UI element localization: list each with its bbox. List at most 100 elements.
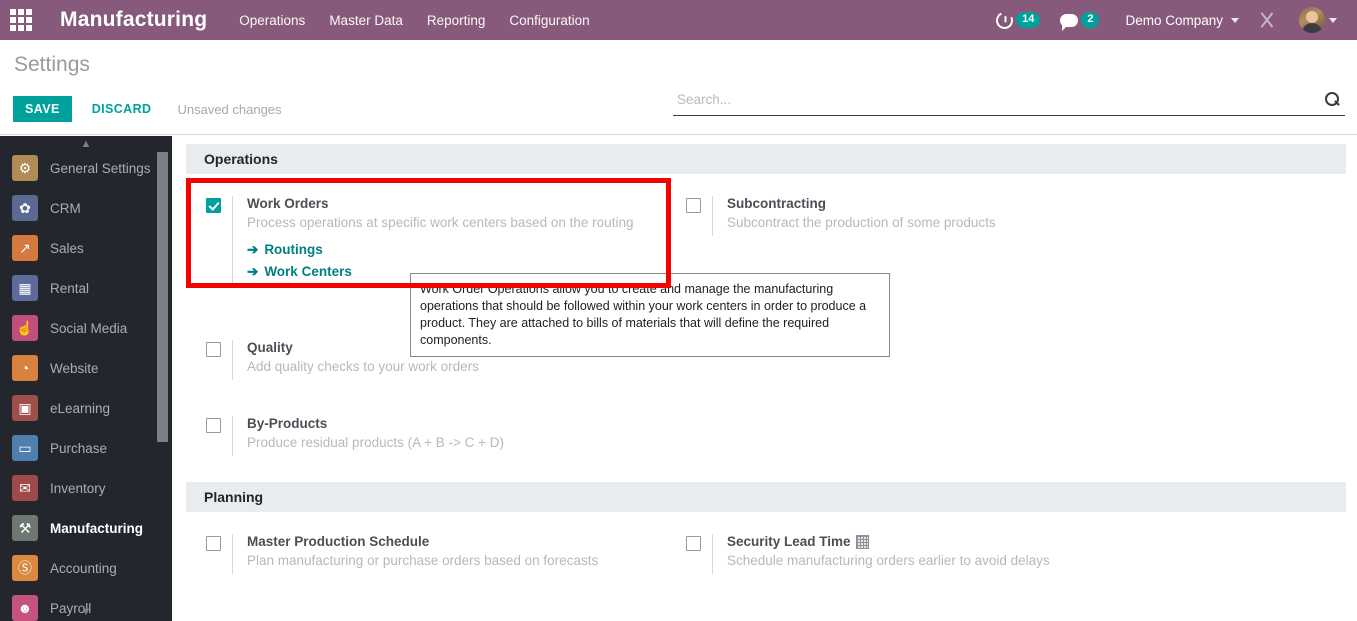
setting-description: Schedule manufacturing orders earlier to… [727,553,1050,569]
setting-body: Master Production Schedule Plan manufact… [232,534,599,575]
page-title: Settings [14,53,90,76]
save-button[interactable]: SAVE [13,96,72,122]
link-label: Work Centers [264,264,352,280]
chevron-down-icon [1231,17,1239,23]
handshake-icon: ✿ [12,195,38,221]
sidebar-item-website[interactable]: ◔ Website [0,348,172,388]
by-products-checkbox[interactable] [206,418,221,434]
sidebar-app-list: ⚙ General Settings ✿ CRM ↗ Sales ▦ Renta… [0,148,172,621]
sidebar-item-social-media[interactable]: ☝ Social Media [0,308,172,348]
sidebar-item-manufacturing[interactable]: ⚒ Manufacturing [0,508,172,548]
avatar [1299,7,1325,33]
setting-security-lead-time[interactable]: Security Lead Time Schedule manufacturin… [666,528,1146,580]
settings-main-panel: Operations Work Orders Process operation… [172,136,1357,621]
section-title-planning: Planning [186,482,1346,513]
setting-label: Work Orders [247,196,633,211]
setting-title-text: Security Lead Time [727,534,851,550]
setting-label: By-Products [247,416,504,431]
search-input[interactable] [673,92,1325,111]
arrow-right-icon: ➔ [247,242,259,258]
link-label: Routings [264,242,323,258]
checkbox-wrap [186,416,232,434]
setting-body: Subcontracting Subcontract the productio… [712,196,996,236]
sidebar-item-crm[interactable]: ✿ CRM [0,188,172,228]
sidebar-item-purchase[interactable]: ▭ Purchase [0,428,172,468]
menu-item-reporting[interactable]: Reporting [427,13,486,28]
menu-item-master-data[interactable]: Master Data [329,13,403,28]
tools-icon [1259,12,1275,28]
sidebar-scroll-down-icon[interactable]: ▼ [0,605,172,619]
sidebar-item-label: Website [50,360,99,376]
checkbox-wrap [666,534,712,552]
sidebar-item-general-settings[interactable]: ⚙ General Settings [0,148,172,188]
setting-description: Produce residual products (A + B -> C + … [247,435,504,451]
card-icon: ▭ [12,435,38,461]
menu-item-operations[interactable]: Operations [239,13,305,28]
setting-body: By-Products Produce residual products (A… [232,416,504,457]
menu-item-configuration[interactable]: Configuration [509,13,589,28]
sidebar-item-label: Manufacturing [50,520,143,536]
setting-description: Process operations at specific work cent… [247,215,634,230]
discard-button[interactable]: DISCARD [80,96,164,122]
setting-label: Subcontracting [727,196,996,211]
work-orders-checkbox[interactable] [206,198,221,213]
wrench-icon: ⚒ [12,515,38,541]
apps-grid-icon[interactable] [8,7,34,33]
sidebar-scrollbar[interactable] [157,152,168,442]
company-dependent-icon [855,534,869,549]
master-production-schedule-checkbox[interactable] [206,536,221,552]
sidebar-item-elearning[interactable]: ▣ eLearning [0,388,172,428]
search-bar [673,88,1345,116]
thumbs-up-icon: ☝ [12,315,38,341]
sidebar-item-rental[interactable]: ▦ Rental [0,268,172,308]
setting-description: Add quality checks to your work orders [247,359,479,375]
main-menu: Operations Master Data Reporting Configu… [239,13,589,28]
sidebar-item-label: Sales [50,240,84,256]
setting-description: Plan manufacturing or purchase orders ba… [247,553,599,569]
settings-content: Operations Work Orders Process operation… [186,144,1346,590]
setting-body: Security Lead Time Schedule manufacturin… [712,534,1050,575]
sidebar-item-sales[interactable]: ↗ Sales [0,228,172,268]
sidebar-item-label: Inventory [50,480,106,496]
arrow-right-icon: ➔ [247,264,259,280]
setting-by-products[interactable]: By-Products Produce residual products (A… [186,410,666,462]
checkbox-wrap [186,196,232,213]
checkbox-wrap [186,340,232,358]
company-switcher[interactable]: Demo Company [1109,13,1249,28]
chat-icon [1060,13,1079,31]
company-name-label: Demo Company [1125,12,1223,28]
setting-master-production-schedule[interactable]: Master Production Schedule Plan manufact… [186,528,666,580]
sidebar-item-label: Purchase [50,440,108,456]
search-icon[interactable] [1325,91,1341,108]
sidebar-item-label: Social Media [50,320,128,336]
unsaved-changes-status: Unsaved changes [177,101,282,117]
subcontracting-checkbox[interactable] [686,198,701,213]
activities-badge: 14 [1016,11,1041,29]
setting-description: Subcontract the production of some produ… [727,215,996,230]
calendar-icon: ▦ [12,275,38,301]
planning-settings: Master Production Schedule Plan manufact… [186,512,1346,590]
setting-label: Security Lead Time [727,534,1050,549]
setting-title-text: Master Production Schedule [247,534,430,550]
sidebar-item-accounting[interactable]: Ⓢ Accounting [0,548,172,588]
sidebar-item-label: eLearning [50,400,111,416]
section-title-operations: Operations [186,144,1346,174]
app-brand-title[interactable]: Manufacturing [60,8,207,32]
sidebar-item-label: General Settings [50,160,151,176]
systray: 14 2 Demo Company [986,7,1357,33]
control-panel: Settings SAVE DISCARD Unsaved changes [0,40,1357,135]
quality-checkbox[interactable] [206,342,221,358]
clock-icon [993,9,1016,31]
link-routings[interactable]: ➔ Routings [247,242,633,258]
action-buttons: SAVE DISCARD Unsaved changes [13,96,282,122]
security-lead-time-checkbox[interactable] [686,536,701,552]
messages-menu[interactable]: 2 [1050,11,1109,31]
debug-tools-menu[interactable] [1249,12,1285,28]
sidebar-item-label: Rental [50,280,90,296]
work-orders-tooltip: Work Order Operations allow you to creat… [410,273,890,357]
sidebar-item-inventory[interactable]: ✉ Inventory [0,468,172,508]
activities-menu[interactable]: 14 [986,9,1050,31]
chart-up-icon: ↗ [12,235,38,261]
user-menu[interactable] [1285,7,1347,33]
messages-badge: 2 [1081,11,1100,29]
